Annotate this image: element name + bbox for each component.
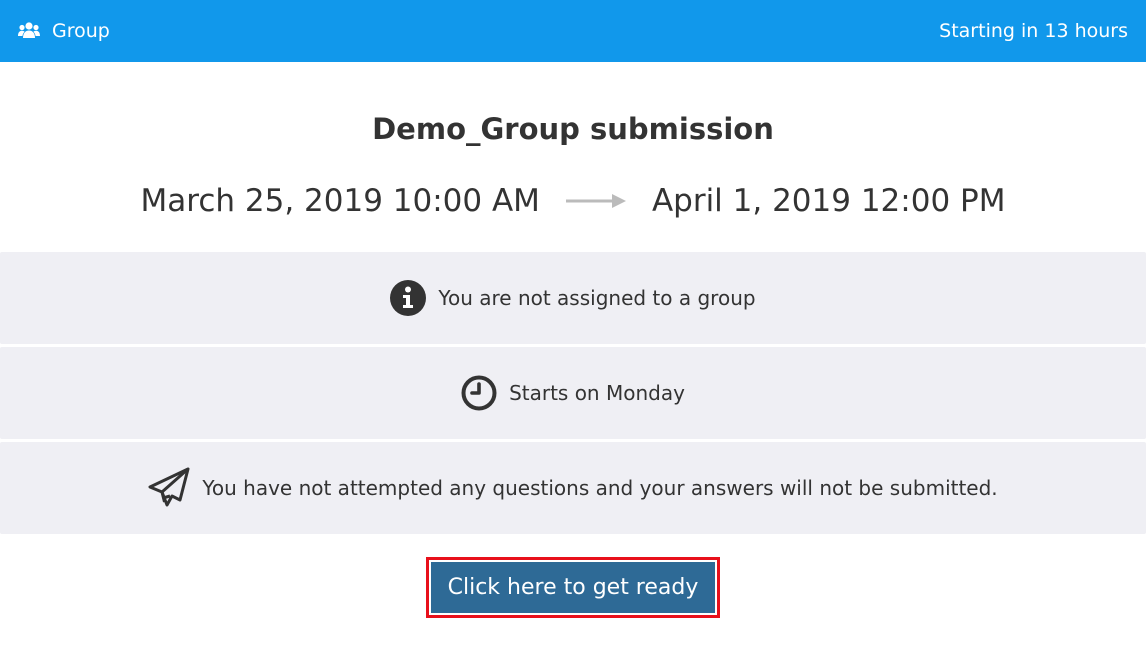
submission-status-text: You have not attempted any questions and… — [202, 476, 998, 500]
info-circle-icon — [390, 280, 427, 316]
date-range: March 25, 2019 10:00 AM April 1, 2019 12… — [0, 183, 1146, 219]
submission-status-panel: You have not attempted any questions and… — [0, 442, 1146, 534]
get-ready-button-highlight: Click here to get ready — [426, 557, 720, 618]
start-day-panel: Starts on Monday — [0, 347, 1146, 439]
header-title: Group — [52, 20, 110, 42]
users-icon — [18, 21, 40, 41]
end-date: April 1, 2019 12:00 PM — [651, 183, 1006, 219]
start-day-text: Starts on Monday — [509, 381, 685, 405]
group-assignment-text: You are not assigned to a group — [438, 286, 756, 310]
top-bar: Group Starting in 13 hours — [0, 0, 1146, 62]
paper-plane-icon — [148, 467, 190, 509]
arrow-right-icon — [564, 193, 628, 209]
start-date: March 25, 2019 10:00 AM — [140, 183, 540, 219]
page-title: Demo_Group submission — [372, 112, 774, 146]
get-ready-button[interactable]: Click here to get ready — [431, 562, 715, 613]
clock-icon — [461, 375, 497, 411]
start-countdown: Starting in 13 hours — [939, 20, 1128, 42]
header-title-group: Group — [18, 20, 110, 42]
group-assignment-panel: You are not assigned to a group — [0, 252, 1146, 344]
